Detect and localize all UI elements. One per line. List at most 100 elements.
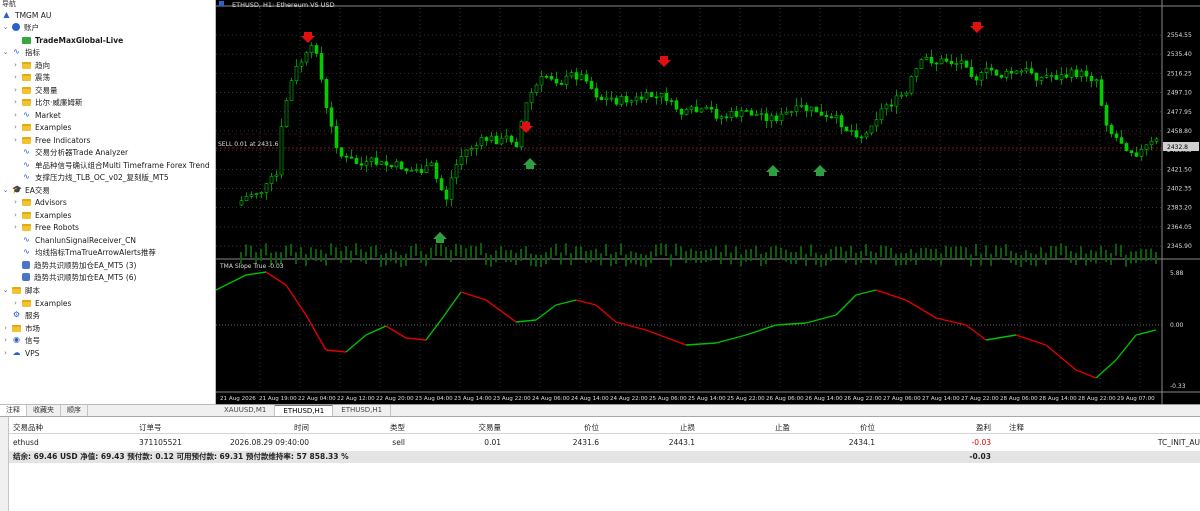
- volume-bar: [410, 245, 412, 258]
- col-profit[interactable]: 盈利: [909, 422, 991, 434]
- volume-bar: [1140, 249, 1142, 262]
- candle-body: [364, 161, 369, 166]
- time-tick-label: 26 Aug 06:00: [766, 396, 804, 402]
- tree-item-trend-ea-6[interactable]: 趋势共识顺势加仓EA_MT5 (6): [22, 271, 136, 283]
- col-comment[interactable]: 注释: [1009, 422, 1069, 434]
- tree-item-accounts[interactable]: ⌄ 账户: [2, 21, 39, 33]
- col-price[interactable]: 价位: [509, 422, 599, 434]
- expand-icon[interactable]: ›: [12, 61, 19, 69]
- expand-icon[interactable]: ›: [12, 198, 19, 206]
- tree-item-market[interactable]: › ∿ Market: [12, 109, 61, 121]
- cell-sl[interactable]: 2443.1: [629, 437, 695, 449]
- volume-bar: [1085, 253, 1087, 266]
- candle-body: [639, 96, 644, 100]
- candle-body: [794, 105, 799, 112]
- candle-body: [1064, 74, 1069, 78]
- col-cur-price[interactable]: 价位: [799, 422, 875, 434]
- ea-icon: 🎓: [12, 185, 22, 194]
- chart-window[interactable]: 2554.55 2535.40 2516.25 2497.10 2477.95 2458.…: [216, 0, 1200, 404]
- tree-item-expert-advisors[interactable]: ⌄ 🎓 EA交易: [2, 184, 50, 196]
- collapse-icon[interactable]: ⌄: [2, 23, 9, 31]
- candle-body: [294, 66, 299, 82]
- tree-item-script-examples[interactable]: › Examples: [12, 297, 71, 309]
- cell-tp[interactable]: [729, 437, 790, 449]
- col-ticket[interactable]: 订单号: [139, 422, 239, 434]
- expand-icon[interactable]: ›: [12, 111, 19, 119]
- tree-item-bill-williams[interactable]: › 比尔·威廉姆斯: [12, 96, 82, 108]
- tree-item-trade-analyzer[interactable]: ∿ 交易分析器Trade Analyzer: [22, 146, 128, 158]
- volume-bar: [1095, 251, 1097, 264]
- price-chart-svg[interactable]: 2554.55 2535.40 2516.25 2497.10 2477.95 2458.…: [216, 0, 1200, 404]
- tree-item-advisors[interactable]: › Advisors: [12, 196, 67, 208]
- tab-ethusd-h1-active[interactable]: ETHUSD,H1: [275, 405, 334, 416]
- tree-item-free-indicators[interactable]: › Free Indicators: [12, 134, 90, 146]
- tree-item-mtf-trend[interactable]: ∿ 单品种信号确认组合Multi Timeframe Forex Trend: [22, 159, 209, 171]
- indicator-icon: ∿: [23, 172, 30, 181]
- volume-bar: [775, 245, 777, 258]
- volume-bar: [540, 254, 542, 267]
- candle-body: [1114, 133, 1119, 138]
- table-row[interactable]: ethusd 371105521 2026.08.29 09:40:00 sel…: [9, 437, 1200, 449]
- volume-bar: [790, 252, 792, 265]
- mt-logo-icon: ▲: [3, 10, 10, 19]
- candle-body: [854, 130, 859, 138]
- expand-icon[interactable]: ›: [2, 324, 9, 332]
- tree-item-signals[interactable]: › ◉ 信号: [2, 334, 40, 346]
- tree-item-trend[interactable]: › 趋向: [12, 59, 50, 71]
- expand-icon[interactable]: ›: [12, 98, 19, 106]
- cell-comment: TC_INIT_AU: [1157, 438, 1200, 447]
- col-time[interactable]: 时间: [229, 422, 309, 434]
- expand-icon[interactable]: ›: [12, 136, 19, 144]
- expand-icon[interactable]: ›: [2, 349, 9, 357]
- tab-xauusd-m1[interactable]: XAUUSD,M1: [216, 405, 276, 416]
- tab-favorites[interactable]: 收藏夹: [27, 405, 61, 416]
- tree-item-volumes[interactable]: › 交易量: [12, 84, 57, 96]
- tree-item-tma-arrow[interactable]: ∿ 均线指标TmaTrueArrowAlerts推荐: [22, 246, 156, 258]
- tree-item-oscillators[interactable]: › 震荡: [12, 71, 50, 83]
- expand-icon[interactable]: ›: [12, 73, 19, 81]
- expand-icon[interactable]: ›: [12, 299, 19, 307]
- tree-item-broker[interactable]: ▲ TMGM AU: [2, 9, 51, 21]
- volume-bar: [655, 244, 657, 257]
- expand-icon[interactable]: ›: [2, 336, 9, 344]
- time-tick-label: 29 Aug 07:00: [1117, 396, 1155, 402]
- candle-body: [949, 60, 954, 65]
- tree-item-free-robots[interactable]: › Free Robots: [12, 221, 79, 233]
- tree-item-services[interactable]: ⚙ 服务: [12, 309, 40, 321]
- volume-bar: [1050, 245, 1052, 258]
- tree-item-vps[interactable]: › ☁ VPS: [2, 347, 39, 359]
- tree-item-account-live[interactable]: TradeMaxGlobal-Live: [22, 34, 123, 46]
- tab-ethusd-h1[interactable]: ETHUSD,H1: [333, 405, 392, 416]
- col-tp[interactable]: 止盈: [709, 422, 790, 434]
- col-type[interactable]: 类型: [329, 422, 405, 434]
- tree-item-scripts[interactable]: ⌄ 脚本: [2, 284, 40, 296]
- volume-bar: [505, 250, 507, 263]
- col-sl[interactable]: 止损: [609, 422, 695, 434]
- tab-order[interactable]: 顺序: [61, 405, 88, 416]
- collapse-icon[interactable]: ⌄: [2, 48, 9, 56]
- tma-slope-segment: [1135, 329, 1157, 336]
- col-volume[interactable]: 交易量: [429, 422, 502, 434]
- tree-item-examples[interactable]: › Examples: [12, 121, 71, 133]
- candle-body: [904, 92, 909, 96]
- collapse-icon[interactable]: ⌄: [2, 186, 9, 194]
- candle-body: [664, 93, 669, 101]
- tab-common[interactable]: 注释: [0, 405, 27, 416]
- buy-arrow-icon: [523, 158, 537, 169]
- expand-icon[interactable]: ›: [12, 223, 19, 231]
- volume-bar: [475, 246, 477, 259]
- tree-item-ea-examples[interactable]: › Examples: [12, 209, 71, 221]
- tree-item-chanlun[interactable]: ∿ ChanlunSignalReceiver_CN: [22, 234, 136, 246]
- tree-item-tlb-oc[interactable]: ∿ 支撑压力线_TLB_OC_v02_复刻版_MT5: [22, 171, 168, 183]
- tree-item-trend-ea-3[interactable]: 趋势共识顺势加仓EA_MT5 (3): [22, 259, 136, 271]
- col-symbol[interactable]: 交易品种: [13, 422, 113, 434]
- expand-icon[interactable]: ›: [12, 211, 19, 219]
- market-icon: [12, 324, 21, 332]
- candle-body: [964, 60, 969, 68]
- tree-item-market-store[interactable]: › 市场: [2, 322, 40, 334]
- expand-icon[interactable]: ›: [12, 123, 19, 131]
- tree-item-indicators[interactable]: ⌄ ∿ 指标: [2, 46, 40, 58]
- expand-icon[interactable]: ›: [12, 86, 19, 94]
- price-tick-label: 2535.40: [1167, 51, 1192, 58]
- collapse-icon[interactable]: ⌄: [2, 286, 9, 294]
